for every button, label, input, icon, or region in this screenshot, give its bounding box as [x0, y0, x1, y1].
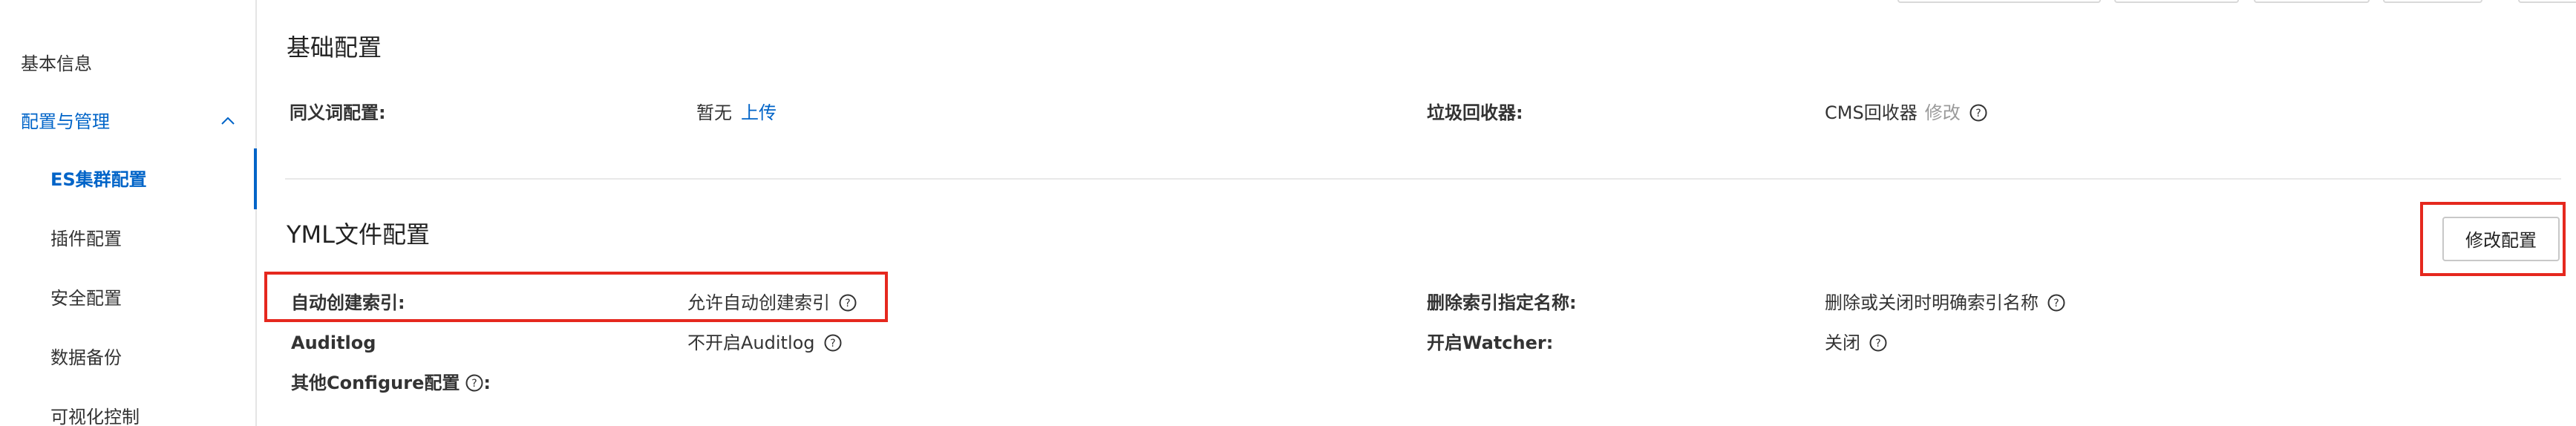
help-icon[interactable]: ?	[824, 334, 842, 352]
svg-text:?: ?	[2053, 298, 2059, 309]
gc-modify-link[interactable]: 修改	[1925, 101, 1961, 125]
watcher-value: 关闭 ?	[1825, 331, 1887, 355]
top-toolbar-button[interactable]	[1897, 0, 2101, 3]
sidebar-item-label: 可视化控制	[50, 407, 140, 426]
top-toolbar-button[interactable]	[2518, 0, 2576, 3]
section-title-basic-config: 基础配置	[287, 33, 382, 62]
auto-index-label: 自动创建索引:	[291, 292, 405, 313]
help-icon[interactable]: ?	[465, 374, 483, 392]
sidebar-item-label: 插件配置	[50, 229, 122, 249]
gc-label: 垃圾回收器:	[1427, 102, 1523, 123]
delete-index-label: 删除索引指定名称:	[1427, 292, 1577, 313]
chevron-up-icon[interactable]	[221, 117, 235, 125]
synonym-config-label: 同义词配置:	[290, 102, 386, 123]
help-icon[interactable]: ?	[1969, 104, 1987, 122]
sidebar-item-es-cluster-config[interactable]: ES集群配置	[0, 157, 306, 202]
sidebar-item-visual-control[interactable]: 可视化控制	[0, 395, 306, 426]
sidebar-item-data-backup[interactable]: 数据备份	[0, 335, 306, 380]
auto-index-value: 允许自动创建索引 ?	[687, 291, 857, 315]
upload-link[interactable]: 上传	[741, 101, 777, 125]
auto-index-value-text: 允许自动创建索引	[687, 292, 830, 313]
watcher-label: 开启Watcher:	[1427, 332, 1554, 353]
sidebar: 基本信息 配置与管理 ES集群配置 插件配置 安全配置 数据备份 可视化控制	[0, 0, 257, 426]
other-configure-colon: :	[483, 373, 491, 393]
gc-value-text: CMS回收器	[1825, 102, 1918, 123]
svg-text:?: ?	[1975, 108, 1981, 119]
other-configure-label-row: 其他Configure配置 ? :	[291, 371, 491, 395]
section-divider	[285, 178, 2561, 180]
section-title-yml-config: YML文件配置	[287, 220, 430, 249]
delete-index-value: 删除或关闭时明确索引名称 ?	[1825, 291, 2065, 315]
active-indicator	[254, 148, 257, 209]
sidebar-item-plugin-config[interactable]: 插件配置	[0, 217, 306, 261]
gc-value: CMS回收器 修改 ?	[1825, 101, 1987, 125]
svg-text:?: ?	[830, 338, 835, 350]
help-icon[interactable]: ?	[2047, 294, 2065, 312]
watcher-value-text: 关闭	[1825, 332, 1860, 353]
synonym-config-value: 暂无 上传	[696, 101, 777, 125]
svg-text:?: ?	[1875, 338, 1880, 350]
sidebar-group-label: 配置与管理	[21, 111, 110, 132]
sidebar-item-basic-info[interactable]: 基本信息	[0, 42, 276, 86]
help-icon[interactable]: ?	[839, 294, 857, 312]
auditlog-value-text: 不开启Auditlog	[687, 332, 815, 353]
top-toolbar-button[interactable]	[2254, 0, 2370, 3]
svg-text:?: ?	[472, 378, 477, 390]
other-configure-label: 其他Configure配置	[291, 373, 460, 393]
auditlog-label: Auditlog	[291, 332, 376, 353]
sidebar-item-label: 安全配置	[50, 288, 122, 309]
synonym-status-text: 暂无	[696, 102, 732, 123]
sidebar-item-security-config[interactable]: 安全配置	[0, 276, 306, 321]
sidebar-group-config-management[interactable]: 配置与管理	[0, 99, 276, 144]
auditlog-value: 不开启Auditlog ?	[687, 331, 842, 355]
sidebar-item-label: ES集群配置	[50, 169, 147, 190]
sidebar-item-label: 数据备份	[50, 347, 122, 368]
sidebar-item-label: 基本信息	[21, 53, 92, 74]
help-icon[interactable]: ?	[1869, 334, 1887, 352]
page: 基本信息 配置与管理 ES集群配置 插件配置 安全配置 数据备份 可视化控制 基…	[0, 0, 2576, 426]
svg-text:?: ?	[845, 298, 850, 309]
top-toolbar-button[interactable]	[2114, 0, 2239, 3]
delete-index-value-text: 删除或关闭时明确索引名称	[1825, 292, 2039, 313]
top-toolbar-button[interactable]	[2383, 0, 2482, 3]
modify-config-button[interactable]: 修改配置	[2442, 217, 2560, 261]
